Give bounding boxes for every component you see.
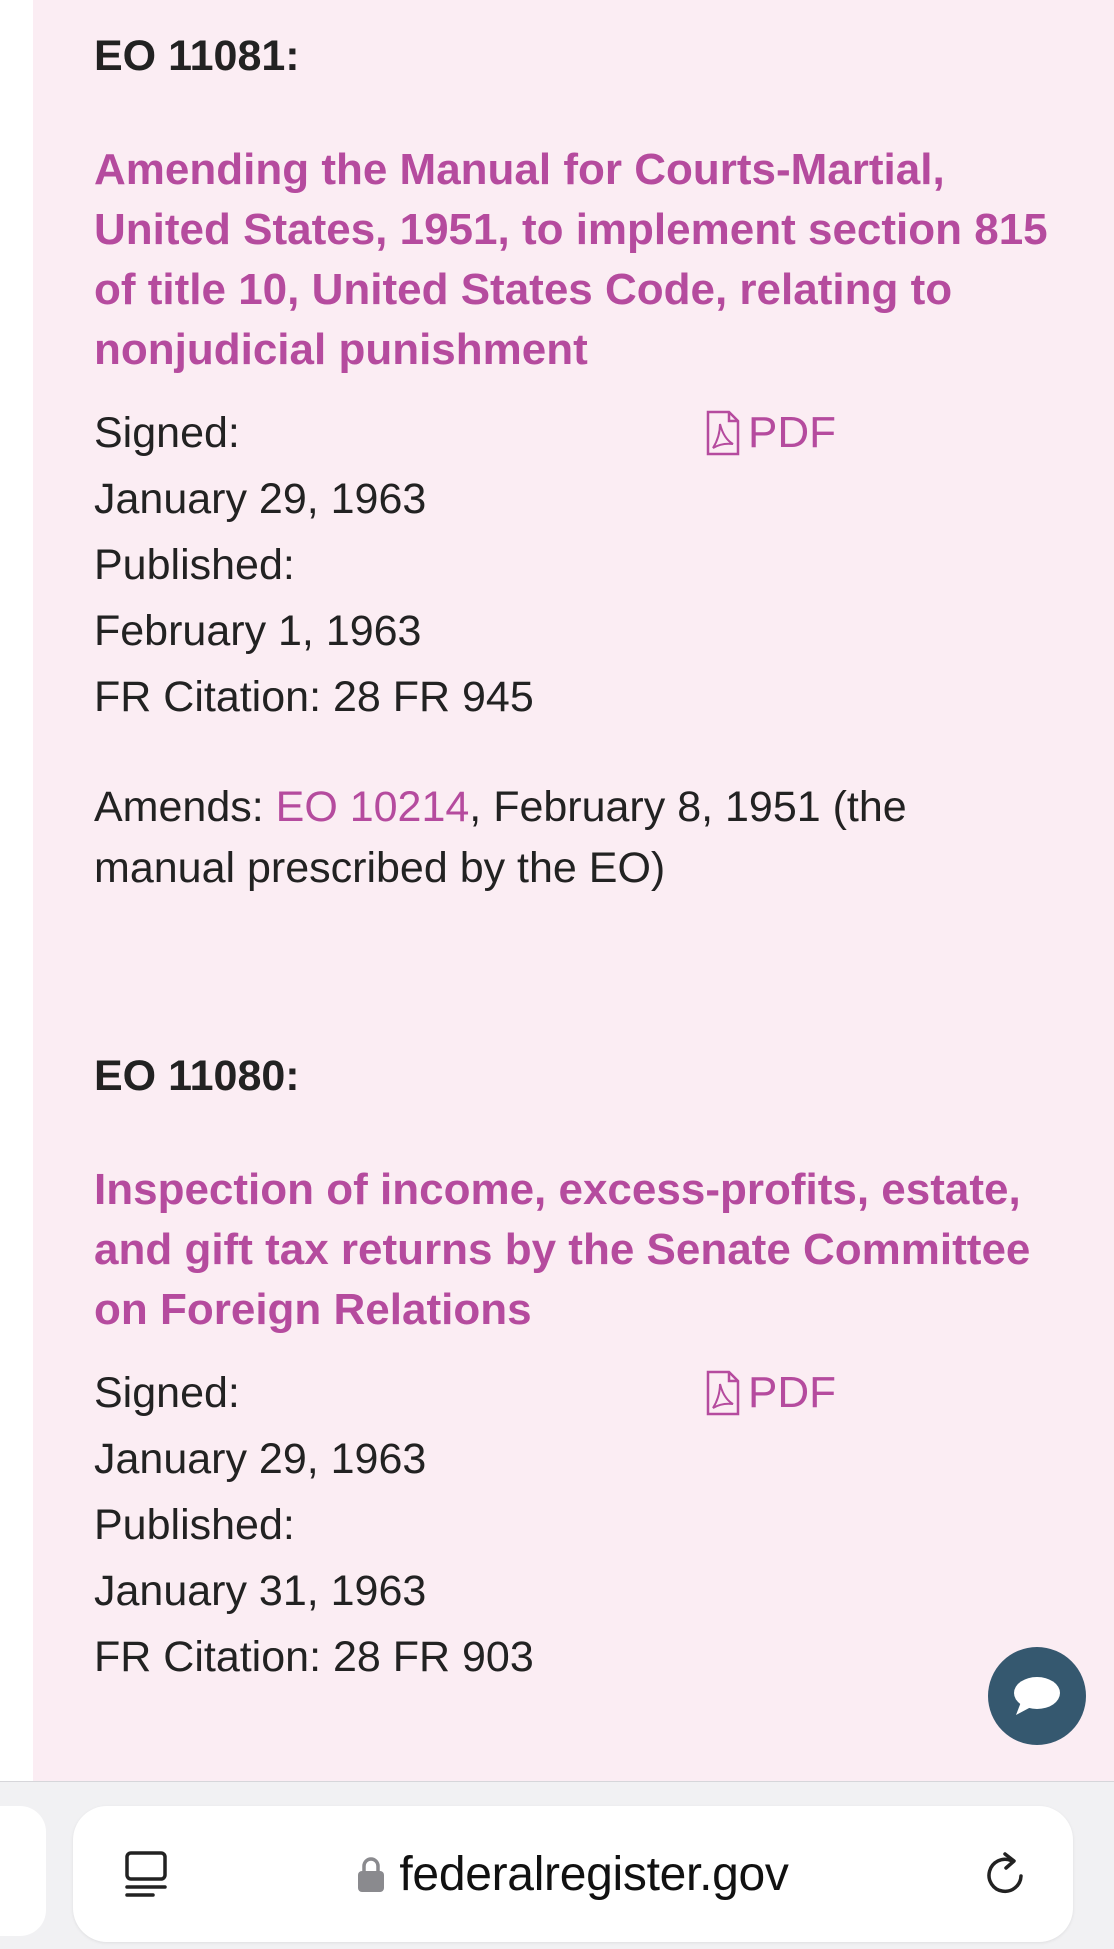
- published-label: Published:: [94, 541, 295, 589]
- pdf-label: PDF: [748, 408, 836, 457]
- pdf-link[interactable]: PDF: [706, 400, 836, 466]
- previous-tab-edge[interactable]: [0, 1806, 46, 1936]
- eo-entry: EO 11080: Inspection of income, excess-p…: [94, 1050, 1054, 1690]
- lock-icon: [358, 1857, 385, 1892]
- eo-number: EO 11081:: [94, 32, 300, 80]
- eo-meta: Signed: January 29, 1963 Published: Febr…: [94, 400, 1054, 730]
- chat-button[interactable]: [988, 1647, 1086, 1745]
- published-date: February 1, 1963: [94, 607, 422, 655]
- url-display[interactable]: federalregister.gov: [73, 1806, 1073, 1942]
- eo-entry: EO 11081: Amending the Manual for Courts…: [94, 30, 1054, 899]
- fr-citation: FR Citation: 28 FR 903: [94, 1633, 534, 1681]
- page: EO 11081: Amending the Manual for Courts…: [0, 0, 1114, 1949]
- signed-label: Signed:: [94, 409, 240, 457]
- url-text: federalregister.gov: [399, 1847, 789, 1901]
- eo-title-link[interactable]: Amending the Manual for Courts-Martial, …: [94, 140, 1054, 380]
- published-label: Published:: [94, 1501, 295, 1549]
- pdf-link[interactable]: PDF: [706, 1360, 836, 1426]
- amends-eo-link[interactable]: EO 10214: [276, 783, 470, 831]
- pdf-icon: [706, 1370, 740, 1416]
- amends-note: Amends: EO 10214, February 8, 1951 (the …: [94, 777, 1054, 899]
- published-date: January 31, 1963: [94, 1567, 427, 1615]
- amends-label: Amends:: [94, 783, 276, 831]
- fr-citation: FR Citation: 28 FR 945: [94, 673, 534, 721]
- pdf-icon: [706, 410, 740, 456]
- browser-toolbar: federalregister.gov: [0, 1781, 1114, 1949]
- signed-label: Signed:: [94, 1369, 240, 1417]
- chat-bubble-icon: [1014, 1677, 1060, 1715]
- signed-date: January 29, 1963: [94, 1435, 427, 1483]
- eo-title-link[interactable]: Inspection of income, excess-profits, es…: [94, 1160, 1054, 1340]
- signed-date: January 29, 1963: [94, 475, 427, 523]
- pdf-label: PDF: [748, 1368, 836, 1417]
- eo-number: EO 11080:: [94, 1052, 300, 1100]
- reload-icon[interactable]: [981, 1850, 1031, 1900]
- eo-meta: Signed: January 29, 1963 Published: Janu…: [94, 1360, 1054, 1690]
- address-bar[interactable]: federalregister.gov: [73, 1806, 1073, 1942]
